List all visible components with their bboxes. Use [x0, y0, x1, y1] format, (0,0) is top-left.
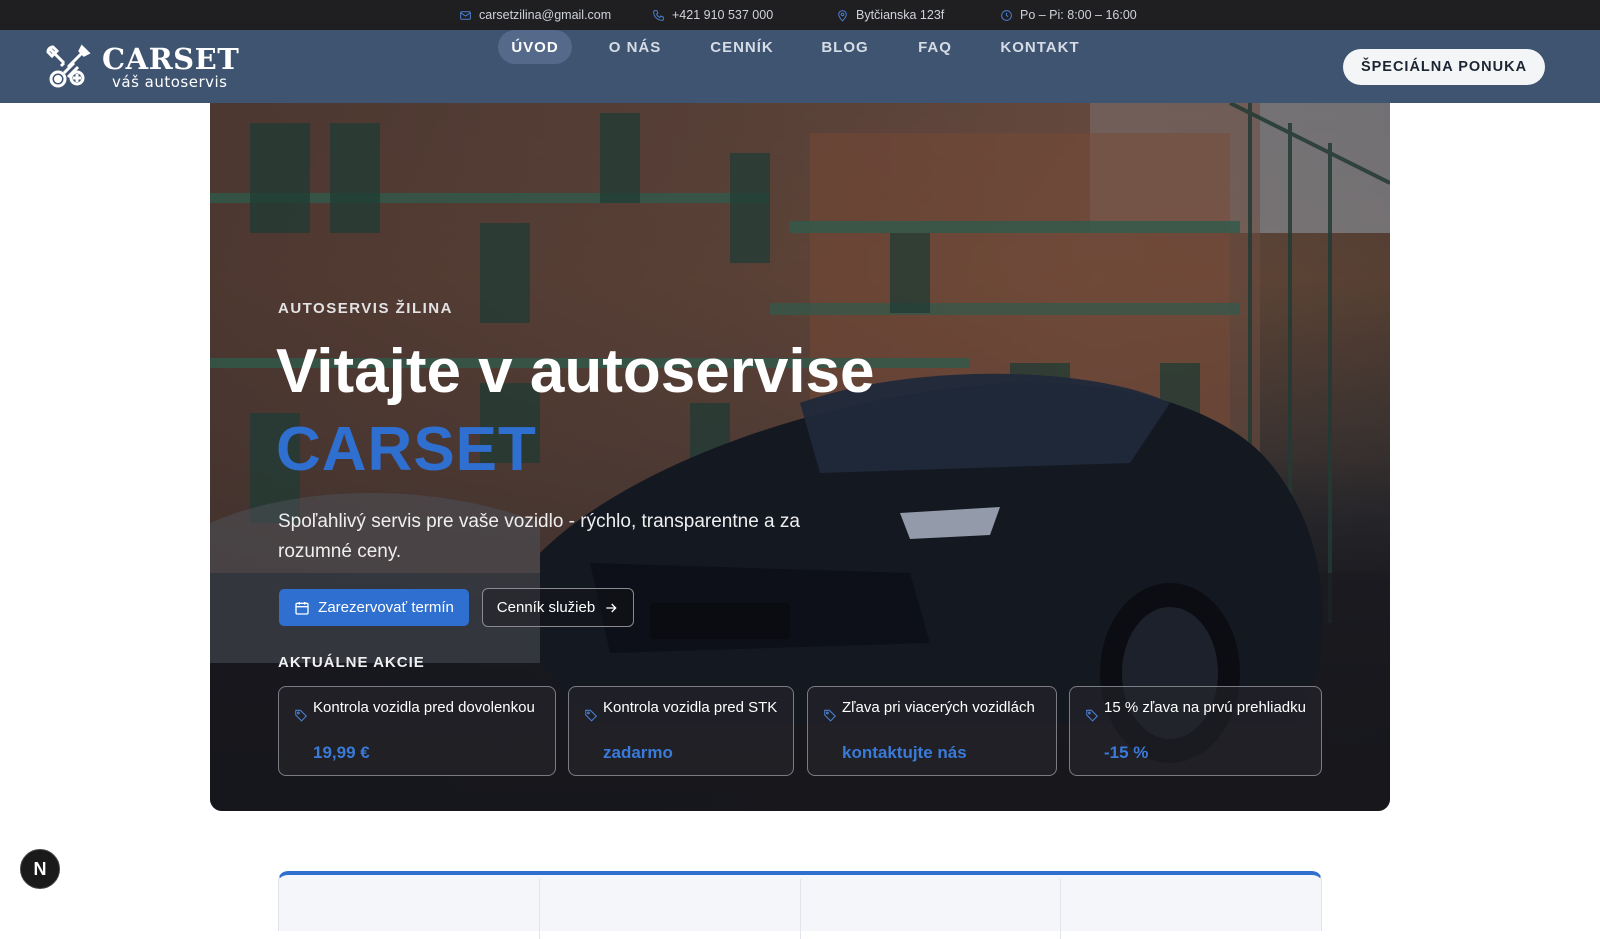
mail-icon: [460, 10, 471, 20]
promo-title: Zľava pri viacerých vozidlách: [842, 699, 1035, 716]
nav-item-blog[interactable]: BLOG: [814, 30, 876, 64]
logo-name: CARSET: [102, 41, 240, 76]
email-text: carsetzilina@gmail.com: [479, 8, 612, 22]
hero-eyebrow: AUTOSERVIS ŽILINA: [278, 300, 453, 317]
promo-price: -15 %: [1104, 743, 1149, 762]
column-divider: [800, 879, 801, 939]
promo-card[interactable]: Kontrola vozidla pred STK zadarmo: [568, 686, 794, 776]
column-divider: [1060, 879, 1061, 939]
price-list-button[interactable]: Cenník služieb: [482, 588, 634, 627]
hero-lead: Spoľahlivý servis pre vaše vozidlo - rýc…: [278, 511, 800, 562]
calendar-icon: [295, 601, 309, 615]
price-list-label: Cenník služieb: [496, 599, 596, 616]
promo-card[interactable]: Zľava pri viacerých vozidlách kontaktujt…: [807, 686, 1057, 776]
promo-title: Kontrola vozidla pred STK: [603, 699, 778, 716]
promo-price: 19,99 €: [313, 743, 370, 762]
next-dev-badge-icon[interactable]: N: [20, 849, 60, 889]
main-navbar: CARSET váš autoservis ÚVOD O NÁS CENNÍK …: [0, 30, 1600, 103]
tag-icon: [824, 709, 836, 722]
nav-item-cennik[interactable]: CENNÍK: [700, 30, 784, 64]
hero-title-line1: Vitajte v autoservise: [276, 337, 875, 406]
promo-price: zadarmo: [603, 743, 673, 762]
nav-item-uvod[interactable]: ÚVOD: [498, 30, 572, 64]
hours-text: Po – Pi: 8:00 – 16:00: [1020, 8, 1137, 22]
nav-item-faq[interactable]: FAQ: [908, 30, 962, 64]
nav-item-kontakt[interactable]: KONTAKT: [996, 30, 1084, 64]
phone-info[interactable]: +421 910 537 000: [652, 0, 773, 30]
email-info[interactable]: carsetzilina@gmail.com: [459, 0, 611, 30]
promo-card[interactable]: Kontrola vozidla pred dovolenkou 19,99 €: [278, 686, 556, 776]
map-pin-icon: [838, 9, 847, 22]
nav-item-o-nas[interactable]: O NÁS: [600, 30, 670, 64]
hero-title-brand: CARSET: [276, 415, 537, 484]
clock-icon: [1001, 9, 1012, 21]
hero-section: AUTOSERVIS ŽILINA Vitajte v autoservise …: [210, 103, 1390, 811]
column-divider: [539, 879, 540, 939]
promotions-heading: AKTUÁLNE AKCIE: [278, 654, 425, 671]
phone-icon: [653, 9, 664, 21]
top-info-bar: carsetzilina@gmail.com +421 910 537 000 …: [0, 0, 1600, 30]
tag-icon: [1086, 709, 1098, 722]
logo-text: CARSET váš autoservis: [102, 44, 239, 91]
hours-info: Po – Pi: 8:00 – 16:00: [1000, 0, 1137, 30]
promo-card[interactable]: 15 % zľava na prvú prehliadku -15 %: [1069, 686, 1322, 776]
promo-price: kontaktujte nás: [842, 743, 967, 762]
book-appointment-button[interactable]: Zarezervovať termín: [279, 589, 469, 626]
wrench-piston-logo-icon: [46, 44, 91, 88]
logo-tagline: váš autoservis: [112, 72, 228, 91]
arrow-right-icon: [606, 603, 617, 612]
address-info: Bytčianska 123f: [836, 0, 944, 30]
services-section-card: [278, 871, 1322, 939]
address-text: Bytčianska 123f: [856, 8, 945, 22]
tag-icon: [295, 709, 307, 722]
book-appointment-label: Zarezervovať termín: [318, 599, 454, 616]
tag-icon: [585, 709, 597, 722]
phone-text: +421 910 537 000: [672, 8, 774, 22]
site-logo[interactable]: CARSET váš autoservis: [44, 43, 239, 91]
special-offer-button[interactable]: ŠPECIÁLNA PONUKA: [1343, 49, 1545, 85]
promo-title: 15 % zľava na prvú prehliadku: [1104, 699, 1306, 716]
promo-title: Kontrola vozidla pred dovolenkou: [313, 699, 535, 716]
